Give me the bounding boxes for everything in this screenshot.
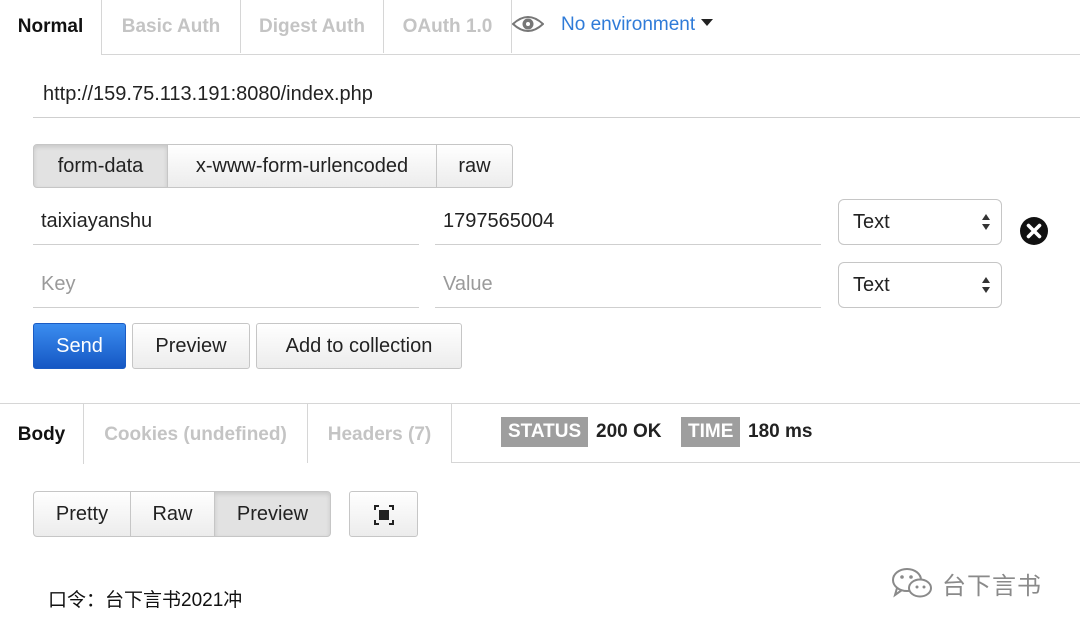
tab-body[interactable]: Body	[0, 404, 84, 464]
view-raw[interactable]: Raw	[130, 491, 215, 537]
url-input[interactable]	[33, 72, 1080, 118]
body-type-form-data[interactable]: form-data	[33, 144, 168, 188]
eye-icon[interactable]	[512, 14, 544, 34]
response-body-text: 口令：台下言书2021冲	[48, 590, 243, 611]
tab-digest-auth[interactable]: Digest Auth	[241, 0, 384, 53]
tab-basic-auth[interactable]: Basic Auth	[102, 0, 241, 53]
watermark: 台下言书	[890, 563, 1042, 603]
time-value: 180 ms	[748, 421, 813, 442]
select-arrows-icon	[982, 277, 990, 293]
caret-down-icon	[701, 19, 714, 27]
body-type-raw[interactable]: raw	[436, 144, 513, 188]
preview-button[interactable]: Preview	[132, 323, 250, 369]
form-key-input[interactable]	[33, 199, 419, 245]
view-preview[interactable]: Preview	[214, 491, 331, 537]
body-type-group: form-data x-www-form-urlencoded raw	[33, 144, 513, 188]
status-badge: STATUS	[501, 417, 589, 447]
select-arrows-icon	[982, 214, 990, 230]
new-type-label: Text	[853, 274, 890, 296]
remove-row-icon[interactable]	[1019, 216, 1049, 246]
body-type-urlencoded[interactable]: x-www-form-urlencoded	[167, 144, 437, 188]
time-badge: TIME	[681, 417, 741, 447]
tab-oauth[interactable]: OAuth 1.0	[384, 0, 512, 53]
add-to-collection-button[interactable]: Add to collection	[256, 323, 462, 369]
new-key-input[interactable]	[33, 262, 419, 308]
view-pretty[interactable]: Pretty	[33, 491, 131, 537]
environment-label: No environment	[561, 14, 696, 35]
tab-cookies[interactable]: Cookies (undefined)	[84, 404, 308, 463]
send-button[interactable]: Send	[33, 323, 126, 369]
form-value-input[interactable]	[435, 199, 821, 245]
tab-normal[interactable]: Normal	[0, 0, 102, 55]
watermark-text: 台下言书	[942, 572, 1042, 600]
new-value-input[interactable]	[435, 262, 821, 308]
environment-select[interactable]: No environment	[561, 0, 714, 50]
form-type-select[interactable]: Text	[838, 199, 1002, 245]
tab-headers[interactable]: Headers (7)	[308, 404, 452, 463]
fullscreen-button[interactable]	[349, 491, 418, 537]
view-mode-group: Pretty Raw Preview	[33, 491, 331, 537]
status-value: 200 OK	[596, 421, 662, 442]
new-type-select[interactable]: Text	[838, 262, 1002, 308]
wechat-icon	[892, 568, 932, 598]
form-type-label: Text	[853, 211, 890, 233]
fullscreen-icon	[374, 505, 394, 525]
